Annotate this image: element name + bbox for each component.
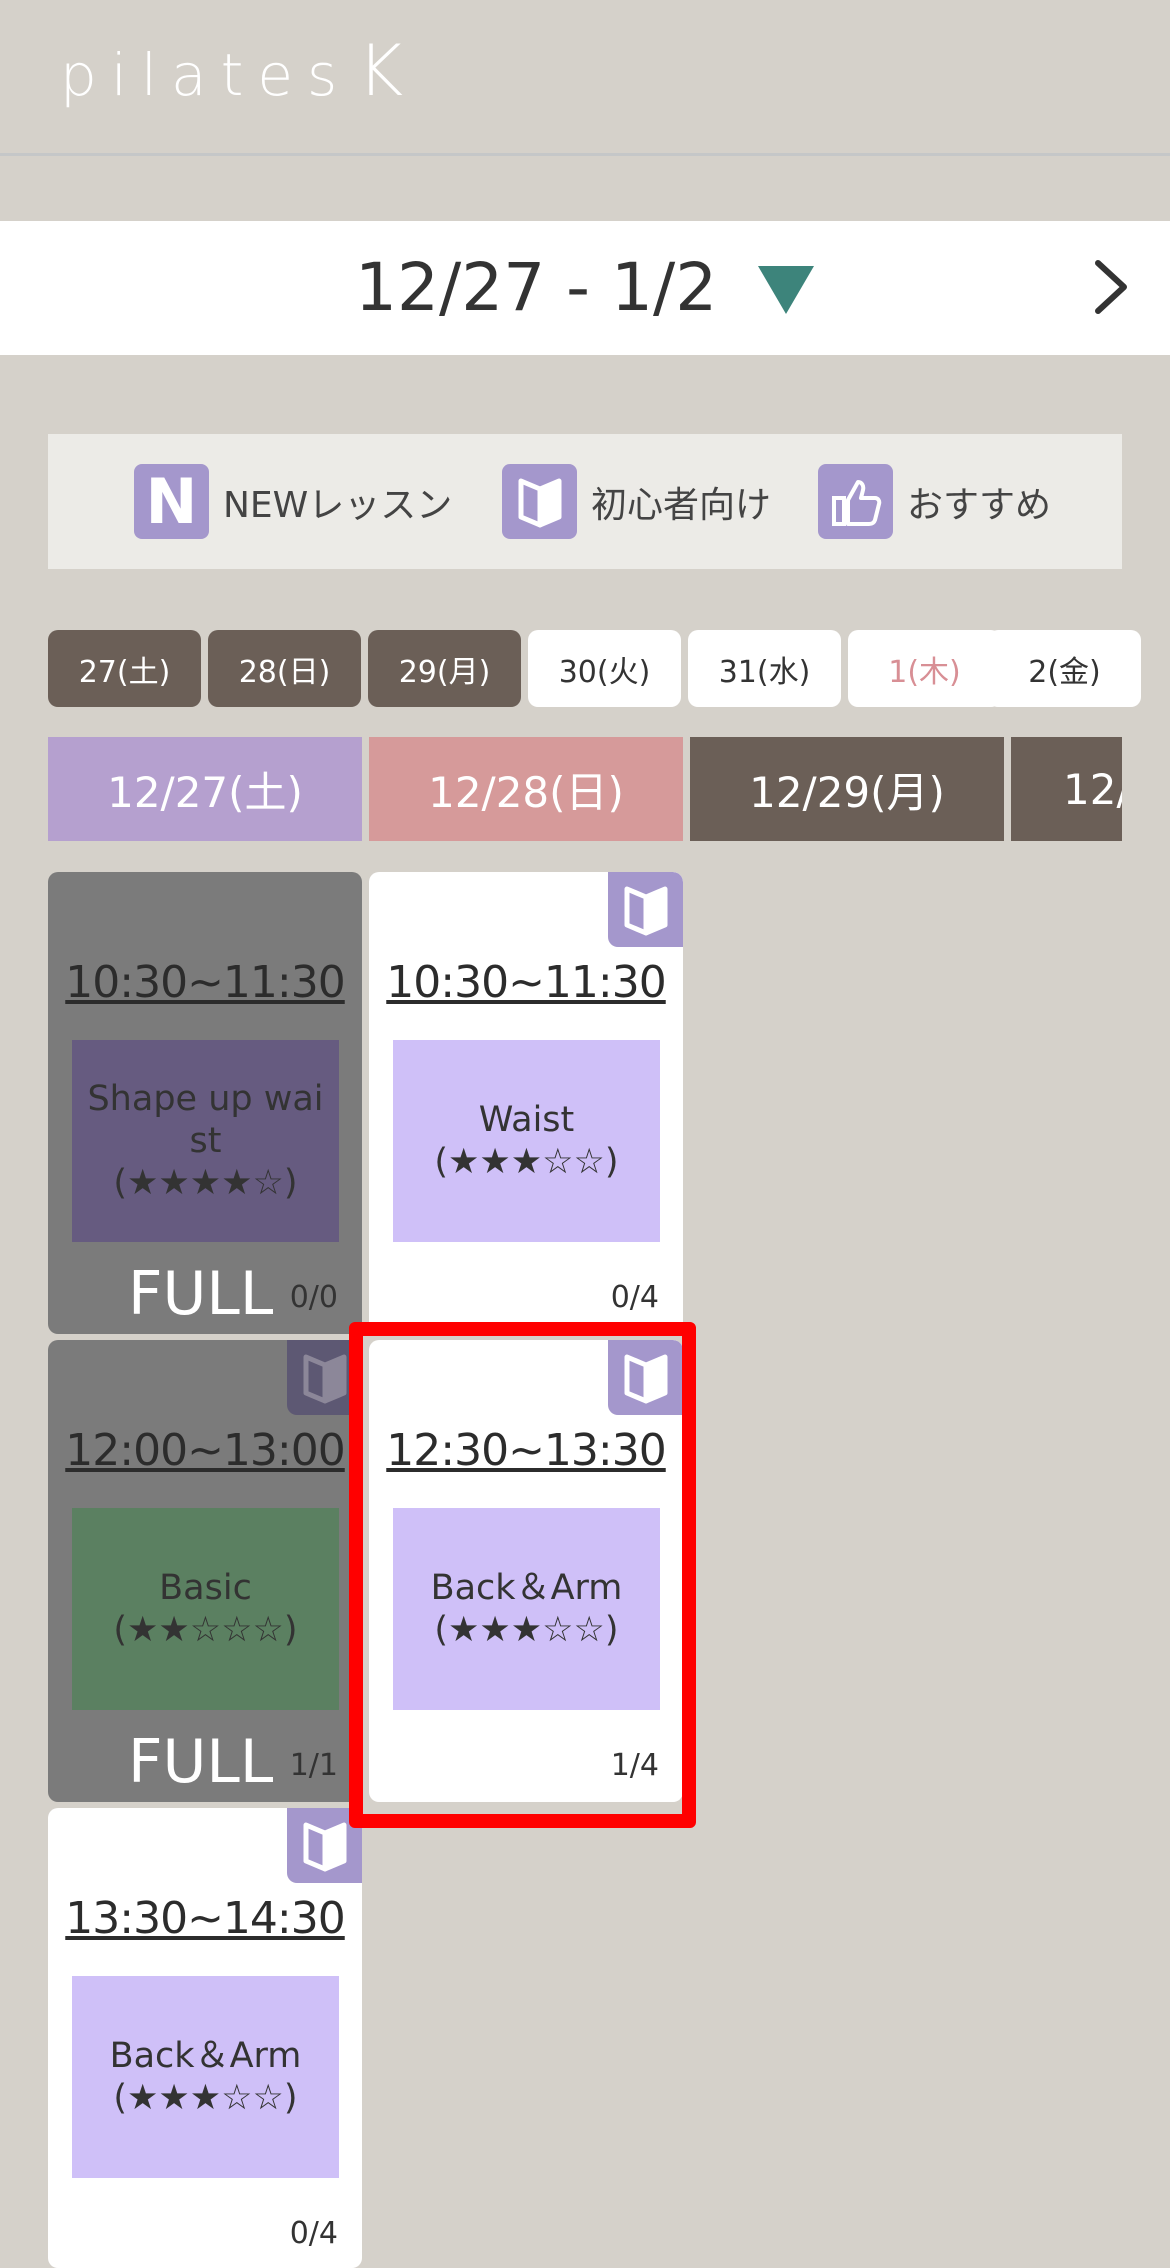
logo-k: K bbox=[357, 30, 404, 112]
lesson-time: 12:00~13:00 bbox=[65, 1425, 345, 1476]
day-tab-30[interactable]: 30(火) bbox=[528, 630, 681, 707]
lesson-name: Basic bbox=[159, 1568, 252, 1608]
thumbs-up-icon bbox=[818, 464, 893, 539]
pilates-k-logo[interactable]: pilatesK bbox=[60, 36, 403, 106]
lesson-name-box: Back＆Arm (★★★☆☆) bbox=[72, 1976, 339, 2178]
lesson-name-box: Basic (★★☆☆☆) bbox=[72, 1508, 339, 1710]
full-status: FULL bbox=[128, 1727, 274, 1797]
logo-text: pilates bbox=[60, 41, 352, 109]
lesson-time: 10:30~11:30 bbox=[65, 957, 345, 1008]
beginner-icon bbox=[608, 872, 683, 947]
lesson-name-box: Waist (★★★☆☆) bbox=[393, 1040, 660, 1242]
day-tab-2[interactable]: 2(金) bbox=[988, 630, 1141, 707]
lesson-card[interactable]: 12:00~13:00 Basic (★★☆☆☆) FULL 1/1 bbox=[48, 1340, 362, 1802]
column-header-12-27: 12/27(土) bbox=[48, 737, 362, 841]
legend-item-recommended: おすすめ bbox=[818, 464, 1051, 539]
day-tab-31[interactable]: 31(水) bbox=[688, 630, 841, 707]
lesson-capacity: 0/0 bbox=[289, 1280, 338, 1315]
full-status: FULL bbox=[128, 1259, 274, 1329]
lesson-rating: (★★★★☆) bbox=[113, 1163, 298, 1203]
legend-label-recommended: おすすめ bbox=[907, 484, 1052, 526]
legend-label-new: NEWレッスン bbox=[223, 484, 453, 526]
beginner-icon bbox=[287, 1340, 362, 1415]
lesson-time: 10:30~11:30 bbox=[386, 957, 666, 1008]
day-tab-28[interactable]: 28(日) bbox=[208, 630, 361, 707]
day-tab-27[interactable]: 27(土) bbox=[48, 630, 201, 707]
legend-item-new: N NEWレッスン bbox=[134, 464, 452, 539]
lesson-capacity: 1/4 bbox=[610, 1748, 659, 1783]
lesson-capacity: 0/4 bbox=[610, 1280, 659, 1315]
lesson-rating: (★★★☆☆) bbox=[434, 1610, 619, 1650]
legend: N NEWレッスン 初心者向け おすすめ bbox=[48, 434, 1122, 569]
beginner-icon bbox=[287, 1808, 362, 1883]
lesson-time: 13:30~14:30 bbox=[65, 1893, 345, 1944]
lesson-name: Waist bbox=[478, 1100, 575, 1140]
lesson-name-box: Back＆Arm (★★★☆☆) bbox=[393, 1508, 660, 1710]
app-header: pilatesK bbox=[0, 0, 1170, 156]
lesson-name: Back＆Arm bbox=[430, 1568, 623, 1608]
chevron-right-icon[interactable] bbox=[1080, 257, 1140, 317]
lesson-capacity: 1/1 bbox=[289, 1748, 338, 1783]
lesson-name-box: Shape up waist (★★★★☆) bbox=[72, 1040, 339, 1242]
lesson-card[interactable]: 13:30~14:30 Back＆Arm (★★★☆☆) 0/4 bbox=[48, 1808, 362, 2268]
lesson-card[interactable]: 10:30~11:30 Waist (★★★☆☆) 0/4 bbox=[369, 872, 683, 1334]
lesson-rating: (★★☆☆☆) bbox=[113, 1610, 298, 1650]
lesson-card[interactable]: 10:30~11:30 Shape up waist (★★★★☆) FULL … bbox=[48, 872, 362, 1334]
legend-label-beginner: 初心者向け bbox=[591, 484, 772, 526]
lesson-rating: (★★★☆☆) bbox=[113, 2078, 298, 2118]
week-range-label[interactable]: 12/27 - 1/2 bbox=[355, 251, 717, 325]
column-header-12-29: 12/29(月) bbox=[690, 737, 1004, 841]
beginner-icon bbox=[502, 464, 577, 539]
column-header-12-30: 12/ bbox=[1011, 737, 1122, 841]
triangle-down-icon[interactable] bbox=[758, 266, 814, 314]
beginner-icon bbox=[608, 1340, 683, 1415]
new-icon-letter: N bbox=[145, 465, 198, 538]
lesson-name: Back＆Arm bbox=[109, 2036, 302, 2076]
lesson-rating: (★★★☆☆) bbox=[434, 1142, 619, 1182]
lesson-name: Shape up waist bbox=[87, 1079, 324, 1161]
column-header-12-28: 12/28(日) bbox=[369, 737, 683, 841]
lesson-card[interactable]: 12:30~13:30 Back＆Arm (★★★☆☆) 1/4 bbox=[369, 1340, 683, 1802]
day-tab-29[interactable]: 29(月) bbox=[368, 630, 521, 707]
new-icon: N bbox=[134, 464, 209, 539]
day-tab-1[interactable]: 1(木) bbox=[848, 630, 1001, 707]
legend-item-beginner: 初心者向け bbox=[502, 464, 771, 539]
lesson-capacity: 0/4 bbox=[289, 2216, 338, 2251]
week-selector: 12/27 - 1/2 bbox=[0, 221, 1170, 355]
lesson-time: 12:30~13:30 bbox=[386, 1425, 666, 1476]
